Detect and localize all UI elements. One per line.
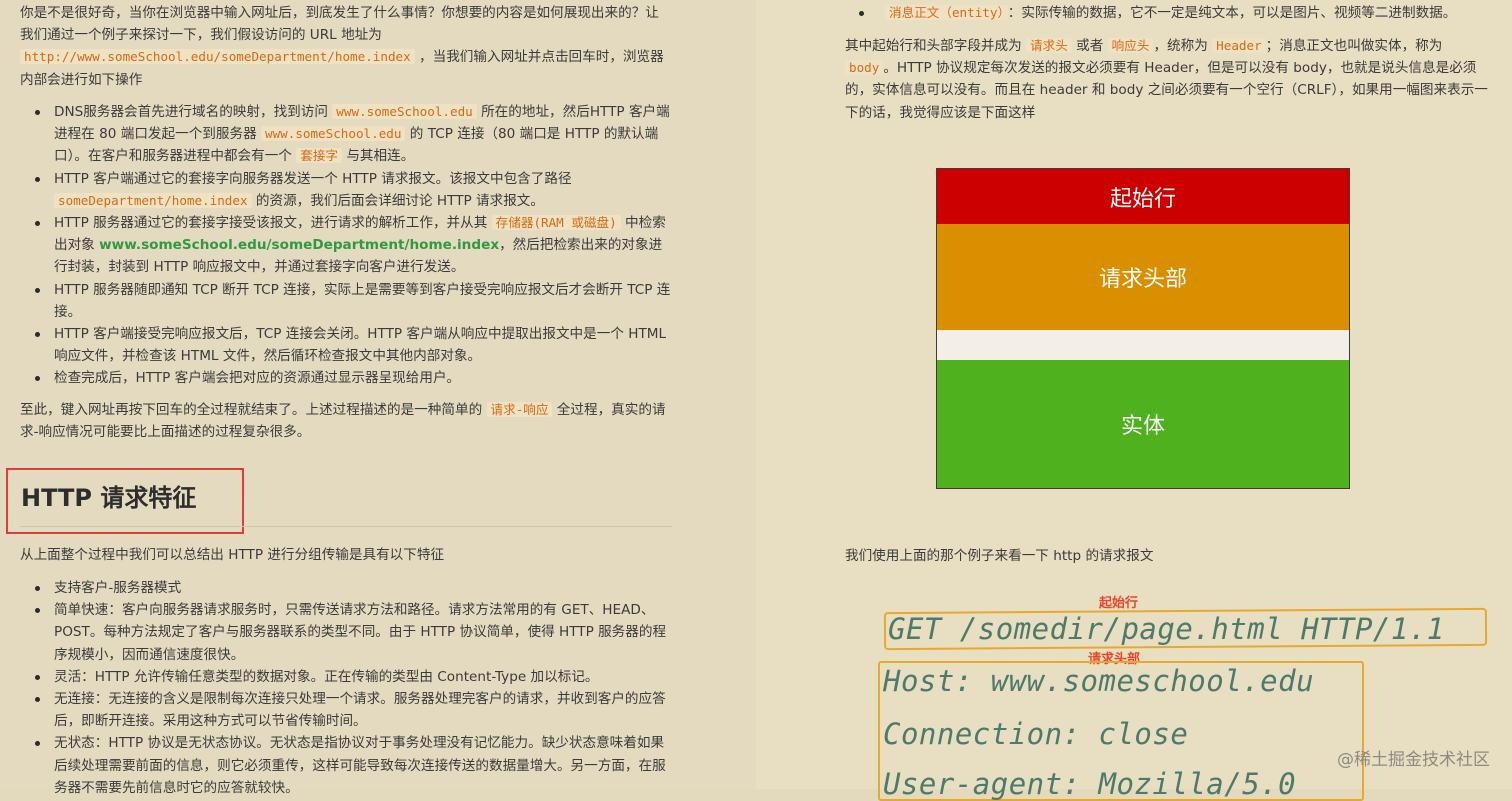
blank-line-block (936, 330, 1350, 361)
start-line-block: 起始行 (936, 168, 1350, 226)
step-text: HTTP 服务器随即通知 TCP 断开 TCP 连接，实际上是需要等到客户接受完… (54, 281, 671, 320)
start-line-annotation: 起始行 (1099, 596, 1139, 611)
para-text: ；消息正文也叫做实体，称为 (1265, 38, 1443, 54)
connection-header: Connection: close (883, 717, 1189, 751)
step-text: 与其相连。 (342, 148, 415, 165)
inline-code: 套接字 (296, 148, 342, 164)
para-text: 。HTTP 协议规定每次发送的报文必须要有 Header，但是可以没有 body… (845, 60, 1488, 121)
list-item: 消息正文（entity） ：实际传输的数据，它不一定是纯文本，可以是图片、视频等二… (845, 2, 1495, 24)
inline-code: 请求-响应 (486, 402, 553, 417)
intro-text: 你是不是很好奇，当你在浏览器中输入网址后，到底发生了什么事情？你想要的内容是如何… (20, 5, 659, 44)
features-intro: 从上面整个过程中我们可以总结出 HTTP 进行分组传输是具有以下特征 (20, 547, 445, 563)
user-agent-header: User-agent: Mozilla/5.0 (883, 767, 1297, 801)
para-text: 其中起始行和头部字段并成为 (845, 38, 1027, 54)
section-heading: HTTP 请求特征 (21, 484, 197, 512)
list-item: 支持客户-服务器模式 (21, 577, 672, 599)
message-structure-diagram: 起始行 请求头部 实体 (936, 168, 1350, 489)
inline-code: 请求头 (1026, 38, 1072, 53)
item-text: ：实际传输的数据，它不一定是纯文本，可以是图片、视频等二进制数据。 (1007, 5, 1457, 21)
features-list: 支持客户-服务器模式 简单快速：客户向服务器请求服务时，只需传送请求方法和路径。… (21, 577, 672, 799)
inline-code: someDepartment/home.index (54, 192, 252, 208)
step-text: 检查完成后，HTTP 客户端会把对应的资源通过显示器呈现给用户。 (54, 370, 461, 387)
list-item: HTTP 服务器随即通知 TCP 断开 TCP 连接，实际上是需要等到客户接受完… (21, 279, 672, 323)
list-item: HTTP 服务器通过它的套接字接受该报文，进行请求的解析工作，并从其 存储器(R… (21, 212, 672, 279)
list-item: 灵活：HTTP 允许传输任意类型的数据对象。正在传输的类型由 Content-T… (21, 666, 672, 688)
example-intro: 我们使用上面的那个例子来看一下 http 的请求报文 (845, 548, 1154, 564)
object-link[interactable]: www.someSchool.edu/someDepartment/home.i… (99, 237, 499, 253)
entity-block: 实体 (936, 360, 1350, 489)
step-text: HTTP 客户端接受完响应报文后，TCP 连接会关闭。HTTP 客户端从响应中提… (54, 326, 667, 365)
inline-code: 消息正文（entity） (885, 5, 1008, 20)
list-item: DNS服务器会首先进行域名的映射，找到访问 www.someSchool.edu… (21, 101, 672, 168)
step-text: HTTP 服务器通过它的套接字接受该报文，进行请求的解析工作，并从其 (54, 215, 492, 232)
host-header: Host: www.someschool.edu (883, 664, 1315, 698)
intro-paragraph: 你是不是很好奇，当你在浏览器中输入网址后，到底发生了什么事情？你想要的内容是如何… (20, 2, 672, 91)
inline-code: 存储器(RAM 或磁盘) (491, 215, 621, 231)
inline-code: Header (1212, 38, 1266, 53)
steps-list: DNS服务器会首先进行域名的映射，找到访问 www.someSchool.edu… (21, 101, 672, 390)
step-text: HTTP 客户端通过它的套接字向服务器发送一个 HTTP 请求报文。该报文中包含… (54, 170, 572, 187)
list-item: HTTP 客户端接受完响应报文后，TCP 连接会关闭。HTTP 客户端从响应中提… (21, 323, 672, 367)
inline-code: www.someSchool.edu (332, 104, 477, 119)
para-text: ，统称为 (1153, 38, 1213, 54)
inline-code: www.someSchool.edu (260, 126, 406, 142)
heading-divider (20, 526, 672, 527)
watermark: @稀土掘金技术社区 (1337, 750, 1490, 770)
header-body-paragraph: 其中起始行和头部字段并成为 请求头 或者 响应头 ，统称为 Header ；消息正文… (845, 35, 1495, 124)
para-text: 或者 (1071, 38, 1108, 54)
summary-text: 至此，键入网址再按下回车的全过程就结束了。上述过程描述的是一种简单的 (20, 402, 487, 418)
list-item: HTTP 客户端通过它的套接字向服务器发送一个 HTTP 请求报文。该报文中包含… (21, 168, 672, 212)
list-item: 检查完成后，HTTP 客户端会把对应的资源通过显示器呈现给用户。 (21, 367, 672, 389)
request-line: GET /somedir/page.html HTTP/1.1 (888, 612, 1445, 646)
step-text: 的资源，我们后面会详细讨论 HTTP 请求报文。 (251, 192, 544, 209)
url-code: http://www.someSchool.edu/someDepartment… (20, 49, 415, 65)
list-item: 无状态：HTTP 协议是无状态协议。无状态是指协议对于事务处理没有记忆能力。缺少… (21, 732, 672, 799)
inline-code: 响应头 (1107, 38, 1154, 53)
summary-paragraph: 至此，键入网址再按下回车的全过程就结束了。上述过程描述的是一种简单的 请求-响应… (20, 399, 672, 443)
list-item: 简单快速：客户向服务器请求服务时，只需传送请求方法和路径。请求方法常用的有 GE… (21, 599, 672, 666)
headers-block: 请求头部 (936, 224, 1350, 331)
step-text: DNS服务器会首先进行域名的映射，找到访问 (54, 104, 333, 120)
list-item: 无连接：无连接的含义是限制每次连接只处理一个请求。服务器处理完客户的请求，并收到… (21, 688, 672, 732)
inline-code: body (845, 60, 884, 76)
message-parts-list: 消息正文（entity） ：实际传输的数据，它不一定是纯文本，可以是图片、视频等二… (845, 2, 1495, 24)
